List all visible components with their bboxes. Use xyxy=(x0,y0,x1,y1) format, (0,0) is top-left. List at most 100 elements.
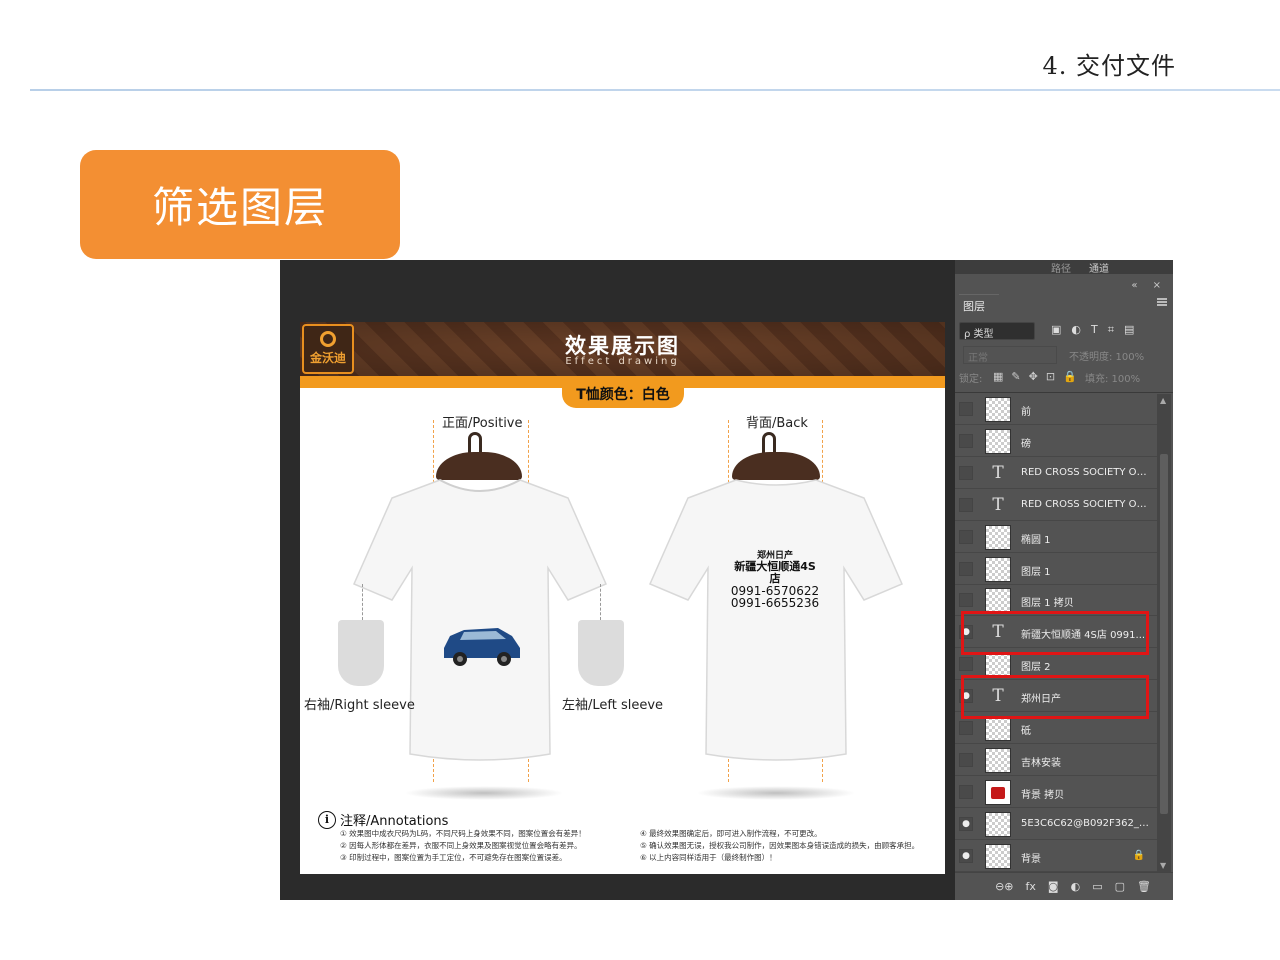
eye-hidden-icon[interactable] xyxy=(959,657,973,672)
layer-name[interactable]: 背景 xyxy=(1021,850,1151,865)
layer-name[interactable]: 背景 拷贝 xyxy=(1021,786,1151,801)
right-sleeve-line xyxy=(362,584,363,620)
lock-all-icon[interactable]: 🔒 xyxy=(1063,370,1077,383)
back-hanger-hook xyxy=(762,432,776,454)
add-mask-icon[interactable]: ◙ xyxy=(1048,880,1059,893)
lock-transparency-icon[interactable]: ▦ xyxy=(993,370,1003,383)
lock-paint-icon[interactable]: ✎ xyxy=(1011,370,1020,383)
layer-name[interactable]: 5E3C6C62@B092F362_89... xyxy=(1021,818,1151,829)
note-3: ③ 印制过程中，图案位置为手工定位，不可避免存在图案位置误差。 xyxy=(340,853,567,862)
layer-thumbnail xyxy=(985,779,1011,805)
layer-row[interactable]: T RED CROSS SOCIETY OF ... xyxy=(955,457,1157,489)
eye-hidden-icon[interactable] xyxy=(959,465,973,480)
link-layers-icon[interactable]: ⊖⊕ xyxy=(995,880,1013,893)
pixel-filter-icon[interactable]: ▣ xyxy=(1051,323,1061,337)
info-icon: i xyxy=(318,810,336,829)
scroll-up-icon[interactable]: ▲ xyxy=(1160,396,1166,405)
highlight-box xyxy=(961,675,1149,720)
front-label: 正面/Positive xyxy=(442,416,523,431)
layer-row[interactable]: 磅 xyxy=(955,425,1157,457)
shape-filter-icon[interactable]: ⌗ xyxy=(1108,323,1114,337)
layer-name[interactable]: 图层 1 xyxy=(1021,563,1151,578)
layer-thumbnail xyxy=(985,843,1011,869)
smart-object-filter-icon[interactable]: ▤ xyxy=(1124,323,1134,337)
layer-name[interactable]: RED CROSS SOCIETY OF ... xyxy=(1021,499,1151,510)
layer-name[interactable]: 椭圆 1 xyxy=(1021,531,1151,546)
doc-subtitle: Effect drawing xyxy=(565,356,680,367)
opacity-field[interactable]: 不透明度: 100% xyxy=(1069,348,1144,363)
eye-hidden-icon[interactable] xyxy=(959,593,973,608)
layer-thumbnail xyxy=(985,428,1011,454)
front-shadow xyxy=(404,786,564,800)
lock-icons: ▦ ✎ ✥ ⊡ 🔒 xyxy=(993,370,1077,383)
lock-icon: 🔒 xyxy=(1132,849,1145,861)
back-shadow xyxy=(696,786,856,800)
tab-paths[interactable]: 路径 xyxy=(1051,260,1071,275)
lock-position-icon[interactable]: ✥ xyxy=(1029,370,1038,383)
blend-row: 正常 不透明度: 100% xyxy=(959,346,1169,364)
right-sleeve-swatch xyxy=(338,620,384,686)
scroll-down-icon[interactable]: ▼ xyxy=(1160,861,1166,870)
note-5: ⑤ 确认效果图无误，授权我公司制作，因效果图本身错误造成的损失，由顾客承担。 xyxy=(640,841,920,850)
panel-divider xyxy=(955,392,1173,393)
layer-scrollbar[interactable]: ▲ ▼ xyxy=(1157,394,1171,872)
tab-layers[interactable]: 图层 xyxy=(959,294,999,316)
back-print-line4: 0991-6655236 xyxy=(730,596,820,611)
layer-row[interactable]: 背景 拷贝 xyxy=(955,776,1157,808)
lock-artboard-icon[interactable]: ⊡ xyxy=(1046,370,1055,383)
layer-row[interactable]: 吉林安装 xyxy=(955,744,1157,776)
layer-thumbnail xyxy=(985,811,1011,837)
car-print xyxy=(444,628,520,666)
layer-thumbnail xyxy=(985,588,1011,614)
layer-row[interactable]: 椭圆 1 xyxy=(955,521,1157,553)
layer-name[interactable]: 图层 1 拷贝 xyxy=(1021,594,1151,609)
notes-right: ④ 最终效果图确定后，即可进入制作流程，不可更改。 ⑤ 确认效果图无误，授权我公… xyxy=(640,828,942,864)
layer-name[interactable]: RED CROSS SOCIETY OF ... xyxy=(1021,467,1151,478)
tab-channels[interactable]: 通道 xyxy=(1089,260,1109,275)
layer-row[interactable]: ● 背景 🔒 xyxy=(955,840,1157,872)
fx-icon[interactable]: fx xyxy=(1026,880,1036,893)
eye-hidden-icon[interactable] xyxy=(959,402,973,416)
panel-menu-icon[interactable] xyxy=(1157,298,1167,306)
eye-hidden-icon[interactable] xyxy=(959,561,973,576)
eye-hidden-icon[interactable] xyxy=(959,433,973,448)
layer-thumbnail xyxy=(985,397,1011,422)
slide: 4. 交付文件 筛选图层 金沃迪 效果展示图 Effect drawing T恤… xyxy=(0,0,1280,960)
left-sleeve-label: 左袖/Left sleeve xyxy=(562,698,664,713)
top-tabs-bar: 路径 通道 xyxy=(955,260,1173,275)
layer-row[interactable]: T RED CROSS SOCIETY OF ... xyxy=(955,489,1157,521)
scroll-thumb[interactable] xyxy=(1160,454,1168,814)
eye-icon[interactable]: ● xyxy=(959,848,973,863)
layer-name[interactable]: 砥 xyxy=(1021,722,1151,737)
new-layer-icon[interactable]: ▢ xyxy=(1115,880,1125,893)
eye-hidden-icon[interactable] xyxy=(959,529,973,544)
eye-hidden-icon[interactable] xyxy=(959,752,973,767)
note-2: ② 因每人形体都在差异，衣服不同上身效果及图案视觉位置会略有差异。 xyxy=(340,841,582,850)
panel-window-controls[interactable]: « × xyxy=(1131,280,1167,291)
fill-field[interactable]: 填充: 100% xyxy=(1085,370,1140,385)
type-filter-icon[interactable]: T xyxy=(1091,323,1098,337)
eye-hidden-icon[interactable] xyxy=(959,497,973,512)
kind-filter-select[interactable]: ρ 类型 xyxy=(959,322,1035,340)
layer-thumbnail xyxy=(985,652,1011,678)
delete-layer-icon[interactable]: 🗑 xyxy=(1137,880,1151,893)
layer-row[interactable]: 图层 1 xyxy=(955,553,1157,585)
layer-row[interactable]: ● 5E3C6C62@B092F362_89... xyxy=(955,808,1157,840)
eye-icon[interactable]: ● xyxy=(959,816,973,831)
adjustment-layer-icon[interactable]: ◐ xyxy=(1071,880,1081,893)
layers-panel: 路径 通道 « × 图层 ρ 类型 ▣ ◐ T ⌗ ▤ 正常 不透明度: 100… xyxy=(955,260,1173,900)
layer-name[interactable]: 吉林安装 xyxy=(1021,754,1151,769)
eye-hidden-icon[interactable] xyxy=(959,721,973,735)
layer-name[interactable]: 前 xyxy=(1021,403,1151,418)
layer-name[interactable]: 磅 xyxy=(1021,435,1151,450)
layer-row[interactable]: 前 xyxy=(955,394,1157,425)
section-badge: 筛选图层 xyxy=(80,150,400,259)
layer-name[interactable]: 图层 2 xyxy=(1021,658,1151,673)
layers-footer: ⊖⊕ fx ◙ ◐ ▭ ▢ 🗑 xyxy=(955,872,1173,900)
notes-title-text: 注释/Annotations xyxy=(340,814,449,829)
back-tshirt xyxy=(649,479,903,761)
new-group-icon[interactable]: ▭ xyxy=(1092,880,1102,893)
eye-hidden-icon[interactable] xyxy=(959,784,973,799)
blend-mode-select[interactable]: 正常 xyxy=(963,346,1057,364)
adjustment-filter-icon[interactable]: ◐ xyxy=(1071,323,1081,337)
